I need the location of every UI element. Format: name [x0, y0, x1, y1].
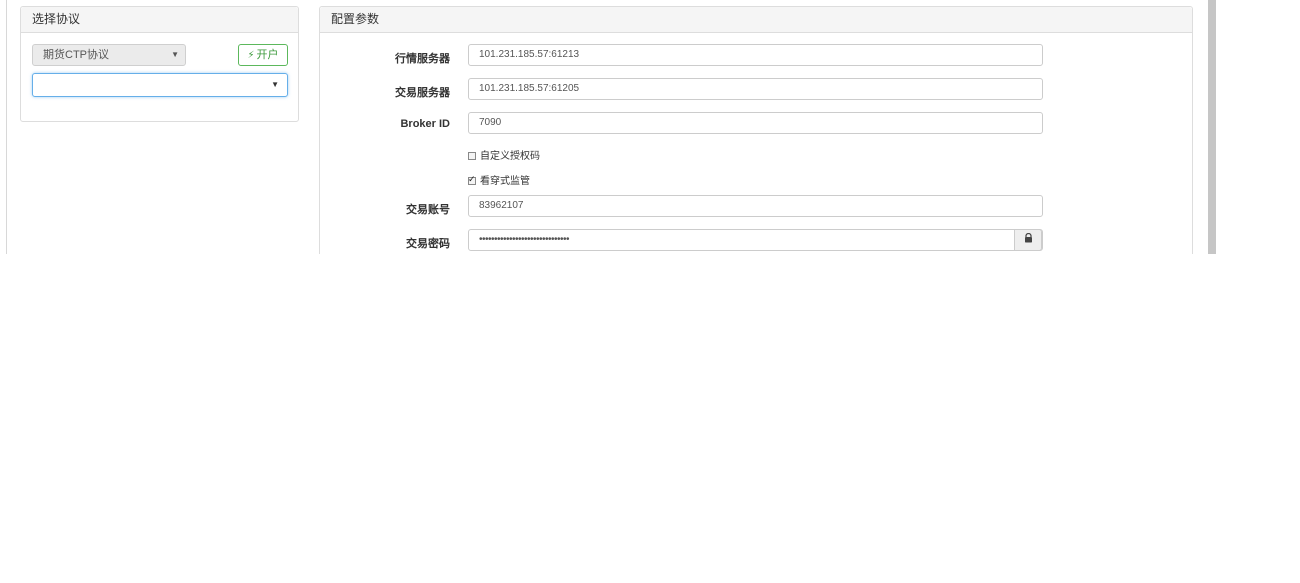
custom-auth-checkbox[interactable]	[468, 152, 476, 160]
trade-server-input[interactable]: 101.231.185.57:61205	[468, 78, 1043, 100]
open-account-button[interactable]: ⚡︎ 开户	[238, 44, 288, 66]
market-server-input[interactable]: 101.231.185.57:61213	[468, 44, 1043, 66]
password-label: 交易密码	[406, 238, 450, 250]
caret-down-icon: ▼	[271, 80, 279, 89]
account-row: 交易账号 83962107	[320, 195, 1194, 219]
protocol-select[interactable]: 期货CTP协议 ▼	[32, 44, 186, 66]
broker-id-label: Broker ID	[400, 118, 450, 130]
vertical-scrollbar[interactable]	[1208, 0, 1216, 254]
market-server-row: 行情服务器 101.231.185.57:61213	[320, 44, 1194, 68]
trade-server-row: 交易服务器 101.231.185.57:61205	[320, 78, 1194, 102]
account-select[interactable]: ▼	[32, 73, 288, 97]
password-input[interactable]: ••••••••••••••••••••••••••••••	[468, 229, 1043, 251]
broker-id-input[interactable]: 7090	[468, 112, 1043, 134]
see-through-label: 看穿式监管	[480, 176, 530, 187]
lock-icon[interactable]	[1014, 229, 1042, 251]
config-panel: 配置参数 行情服务器 101.231.185.57:61213 交易服务器 10…	[319, 6, 1193, 254]
bolt-icon: ⚡︎	[247, 50, 255, 61]
password-row: 交易密码 ••••••••••••••••••••••••••••••	[320, 229, 1194, 253]
custom-auth-checkbox-row[interactable]: 自定义授权码	[468, 147, 540, 162]
password-value: ••••••••••••••••••••••••••••••	[479, 234, 570, 245]
see-through-checkbox[interactable]	[468, 174, 476, 185]
market-server-label: 行情服务器	[395, 53, 450, 65]
caret-down-icon: ▼	[171, 50, 179, 59]
protocol-panel: 选择协议 期货CTP协议 ▼ ⚡︎ 开户 ▼	[20, 6, 299, 122]
broker-id-row: Broker ID 7090	[320, 112, 1194, 136]
protocol-panel-title: 选择协议	[21, 7, 298, 33]
see-through-checkbox-row[interactable]: 看穿式监管	[468, 172, 530, 187]
app-area: 选择协议 期货CTP协议 ▼ ⚡︎ 开户 ▼ 配置参数 行情服务器 101.231…	[0, 0, 1300, 254]
trade-server-label: 交易服务器	[395, 87, 450, 99]
account-label: 交易账号	[406, 204, 450, 216]
custom-auth-label: 自定义授权码	[480, 151, 540, 162]
left-edge-divider	[6, 0, 7, 254]
open-account-label: 开户	[256, 49, 279, 61]
config-panel-title: 配置参数	[320, 7, 1192, 33]
protocol-select-value: 期货CTP协议	[43, 49, 109, 61]
account-input[interactable]: 83962107	[468, 195, 1043, 217]
